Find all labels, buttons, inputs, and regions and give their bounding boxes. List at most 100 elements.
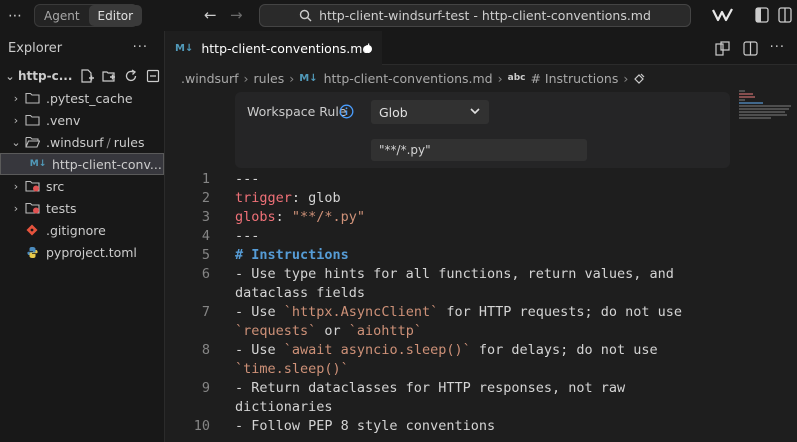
explorer-sidebar: Explorer ··· ⌄ http-c... › .pytest_cache… xyxy=(0,31,165,442)
chevron-down-icon: ⌄ xyxy=(11,135,21,149)
windsurf-logo-icon[interactable] xyxy=(712,7,734,23)
code-line: --- xyxy=(235,171,260,187)
app-menu-icon[interactable]: ⋯ xyxy=(8,8,23,24)
code-line-wrap: dataclass fields xyxy=(235,285,366,301)
code-line: trigger: glob xyxy=(235,189,341,208)
more-actions-icon[interactable]: ··· xyxy=(133,40,148,55)
command-center-text: http-client-windsurf-test - http-client-… xyxy=(319,8,651,23)
tree-item-pyproject[interactable]: pyproject.toml xyxy=(0,241,164,263)
chevron-right-icon: › xyxy=(623,70,629,86)
line-number: 1 xyxy=(201,171,210,187)
tree-item-label: .windsurf xyxy=(46,134,104,150)
collapse-all-icon[interactable] xyxy=(146,69,160,83)
workspace-rule-label: Workspace Rule xyxy=(247,104,347,119)
tree-item-windsurf-rules[interactable]: ⌄ .windsurf / rules xyxy=(0,131,164,153)
code-text: for HTTP requests; do not use xyxy=(438,304,683,320)
tests-folder-icon xyxy=(24,202,40,214)
tree-item-pytest-cache[interactable]: › .pytest_cache xyxy=(0,87,164,109)
tree-item-label: http-client-conv... xyxy=(52,156,162,172)
inline-code: `time.sleep()` xyxy=(235,361,349,377)
explorer-title: Explorer xyxy=(8,40,63,56)
more-actions-icon[interactable]: ··· xyxy=(770,41,785,56)
chevron-down-icon xyxy=(470,108,480,115)
breadcrumb-item[interactable]: http-client-conventions.md xyxy=(324,71,493,86)
git-icon xyxy=(24,224,40,236)
code-line-wrap: dictionaries xyxy=(235,399,333,415)
title-bar: ⋯ Agent Editor ← → http-client-windsurf-… xyxy=(0,0,797,31)
tree-item-gitignore[interactable]: .gitignore xyxy=(0,219,164,241)
tree-item-label: tests xyxy=(46,200,77,216)
line-number: 10 xyxy=(193,418,210,434)
editor-actions: ··· xyxy=(714,41,785,56)
chevron-down-icon: ⌄ xyxy=(5,69,15,83)
activation-mode-value: Glob xyxy=(379,104,408,120)
code-editor[interactable]: 1 --- 2 trigger: glob 3 globs: "**/*.py" 4 -… xyxy=(165,170,735,436)
code-heading: # Instructions xyxy=(235,247,349,263)
glob-pattern-input[interactable]: "**/*.py" xyxy=(371,139,587,161)
chevron-right-icon: › xyxy=(289,70,295,86)
breadcrumb-item[interactable]: # Instructions xyxy=(530,71,618,86)
tree-item-venv[interactable]: › .venv xyxy=(0,109,164,131)
breadcrumb-item[interactable]: .windsurf xyxy=(181,71,239,86)
chevron-right-icon: › xyxy=(13,113,19,127)
info-icon[interactable] xyxy=(339,104,354,119)
command-center-search[interactable]: http-client-windsurf-test - http-client-… xyxy=(259,4,691,27)
python-config-icon xyxy=(24,246,40,259)
tree-item-label: src xyxy=(46,178,65,194)
code-text: - Use xyxy=(235,342,284,358)
toggle-panel-icon[interactable] xyxy=(778,7,792,23)
tree-item-src[interactable]: › src xyxy=(0,175,164,197)
folder-icon xyxy=(24,114,40,126)
editor-tab[interactable]: M↓ http-client-conventions.md xyxy=(165,31,382,65)
activation-mode-select[interactable]: Glob xyxy=(371,100,489,124)
yaml-value: : glob xyxy=(291,190,341,206)
yaml-key: trigger xyxy=(235,190,292,206)
line-number: 2 xyxy=(201,190,210,206)
symbol-key-icon[interactable] xyxy=(633,72,646,85)
editor-mode-button[interactable]: Editor xyxy=(88,5,143,26)
code-text: - Use xyxy=(235,304,284,320)
yaml-string: "**/*.py" xyxy=(291,209,366,225)
code-text: for delays; do not use xyxy=(470,342,658,358)
src-folder-icon xyxy=(24,180,40,192)
toggle-sidebar-icon[interactable] xyxy=(755,7,769,23)
line-number: 4 xyxy=(201,228,210,244)
refresh-icon[interactable] xyxy=(124,69,138,83)
agent-mode-button[interactable]: Agent xyxy=(35,5,89,26)
markdown-file-icon: M↓ xyxy=(29,159,47,169)
new-folder-icon[interactable] xyxy=(102,69,116,83)
code-line: - Return dataclasses for HTTP responses,… xyxy=(235,380,626,396)
forward-arrow-icon[interactable]: → xyxy=(230,6,243,24)
workspace-root[interactable]: ⌄ http-c... xyxy=(0,65,164,87)
back-arrow-icon[interactable]: ← xyxy=(204,6,217,24)
workspace-root-label: http-c... xyxy=(18,69,73,83)
editor-tab-bar: M↓ http-client-conventions.md ··· xyxy=(165,31,797,65)
workspace-rule-panel: Workspace Rule Glob "**/*.py" xyxy=(235,92,730,168)
code-text: or xyxy=(316,323,349,339)
tree-item-label: .pytest_cache xyxy=(46,90,133,106)
tab-label: http-client-conventions.md xyxy=(201,41,371,56)
tree-item-label: .gitignore xyxy=(46,222,106,238)
symbol-string-icon: abc xyxy=(507,73,526,83)
new-file-icon[interactable] xyxy=(80,69,95,83)
minimap[interactable] xyxy=(735,88,797,442)
open-preview-icon[interactable] xyxy=(714,41,731,56)
breadcrumb: .windsurf › rules › M↓ http-client-conve… xyxy=(181,69,646,87)
line-number: 3 xyxy=(201,209,210,225)
tree-item-rule-file[interactable]: M↓ http-client-conv... xyxy=(0,153,164,175)
yaml-key: globs xyxy=(235,209,276,225)
chevron-right-icon: › xyxy=(13,91,19,105)
tree-item-tests[interactable]: › tests xyxy=(0,197,164,219)
line-number: 5 xyxy=(201,247,210,263)
markdown-file-icon: M↓ xyxy=(299,72,318,84)
chevron-right-icon: › xyxy=(13,201,19,215)
unsaved-dot-icon[interactable] xyxy=(364,45,372,53)
breadcrumb-item[interactable]: rules xyxy=(254,71,285,86)
folder-icon xyxy=(24,92,40,104)
code-line: - Use `await asyncio.sleep()` for delays… xyxy=(235,341,658,360)
inline-code: `await asyncio.sleep()` xyxy=(283,342,471,358)
search-icon xyxy=(299,9,312,22)
line-number: 8 xyxy=(201,342,210,358)
chevron-right-icon: › xyxy=(497,70,503,86)
split-editor-icon[interactable] xyxy=(742,41,758,56)
